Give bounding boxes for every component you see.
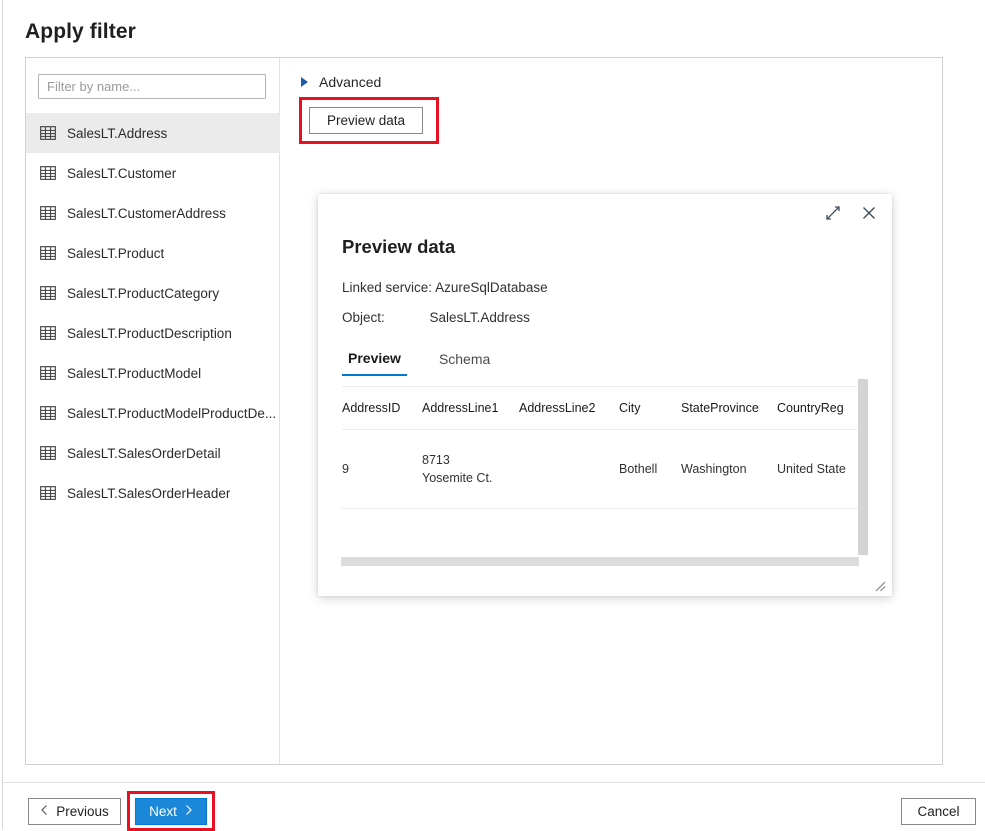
content-panel: SalesLT.Address SalesLT.Customer SalesLT.C…: [25, 57, 943, 765]
table-list-item[interactable]: SalesLT.Customer: [26, 153, 280, 193]
table-list-item-label: SalesLT.Customer: [67, 166, 176, 181]
table-icon: [40, 405, 56, 421]
table-list-item[interactable]: SalesLT.ProductCategory: [26, 273, 280, 313]
table-icon: [40, 365, 67, 381]
table-list-item-label: SalesLT.ProductModelProductDe...: [67, 406, 276, 421]
table-list-item[interactable]: SalesLT.Product: [26, 233, 280, 273]
advanced-section-toggle[interactable]: Advanced: [301, 74, 381, 90]
filter-by-name-input[interactable]: [38, 74, 266, 99]
table-icon: [40, 245, 67, 261]
dialog-frame: Apply filter SalesLT.Address SalesLT.Cust…: [2, 0, 985, 829]
linked-service-label: Linked service:: [342, 280, 432, 295]
grid-column-header: City: [619, 399, 681, 417]
table-list-item-label: SalesLT.SalesOrderHeader: [67, 486, 230, 501]
grid-column-header: AddressLine2: [519, 399, 619, 417]
table-list-item-label: SalesLT.Product: [67, 246, 164, 261]
table-list-item-label: SalesLT.SalesOrderDetail: [67, 446, 221, 461]
grid-data-row: 98713 Yosemite Ct. BothellWashingtonUnite…: [342, 430, 867, 509]
table-icon: [40, 165, 67, 181]
table-icon: [40, 485, 67, 501]
grid-body: 98713 Yosemite Ct. BothellWashingtonUnite…: [342, 430, 867, 509]
object-label: Object:: [342, 310, 385, 325]
table-icon: [40, 285, 56, 301]
table-icon: [40, 205, 56, 221]
next-button-label: Next: [149, 804, 177, 819]
grid-header-row: AddressIDAddressLine1AddressLine2CitySta…: [342, 387, 867, 430]
table-icon: [40, 125, 67, 141]
table-icon: [40, 205, 67, 221]
previous-button-label: Previous: [56, 804, 109, 819]
preview-panel-title: Preview data: [342, 236, 455, 258]
grid-cell: Washington: [681, 460, 777, 478]
filter-detail-column: Advanced Preview data: [281, 58, 942, 764]
grid-horizontal-scrollbar[interactable]: [341, 557, 859, 566]
cancel-button[interactable]: Cancel: [901, 798, 976, 825]
grid-column-header: StateProvince: [681, 399, 777, 417]
table-list-item-label: SalesLT.ProductModel: [67, 366, 201, 381]
close-icon[interactable]: [860, 204, 878, 222]
table-list-item[interactable]: SalesLT.SalesOrderDetail: [26, 433, 280, 473]
table-icon: [40, 325, 67, 341]
table-list-item-label: SalesLT.ProductDescription: [67, 326, 232, 341]
table-icon: [40, 245, 56, 261]
object-value: SalesLT.Address: [430, 310, 530, 325]
tab-preview[interactable]: Preview: [342, 349, 407, 376]
table-list-column: SalesLT.Address SalesLT.Customer SalesLT.C…: [26, 58, 280, 764]
table-icon: [40, 285, 67, 301]
grid-cell: 9: [342, 460, 422, 478]
table-list-item[interactable]: SalesLT.CustomerAddress: [26, 193, 280, 233]
advanced-label: Advanced: [319, 74, 381, 90]
table-list-item-label: SalesLT.CustomerAddress: [67, 206, 226, 221]
grid-cell: 8713 Yosemite Ct.: [422, 451, 519, 487]
linked-service-value: AzureSqlDatabase: [435, 280, 548, 295]
table-icon: [40, 165, 56, 181]
resize-grip-icon[interactable]: [874, 579, 886, 591]
object-row: Object: SalesLT.Address: [342, 310, 530, 325]
table-icon: [40, 445, 56, 461]
expand-diagonal-icon[interactable]: [824, 204, 842, 222]
tab-schema[interactable]: Schema: [433, 349, 496, 376]
preview-data-grid: AddressIDAddressLine1AddressLine2CitySta…: [342, 386, 867, 561]
table-icon: [40, 485, 56, 501]
table-icon: [40, 125, 56, 141]
table-list-item[interactable]: SalesLT.ProductDescription: [26, 313, 280, 353]
grid-cell: United State: [777, 460, 867, 478]
table-list-item-label: SalesLT.ProductCategory: [67, 286, 219, 301]
chevron-right-icon: [301, 77, 308, 87]
table-icon: [40, 325, 56, 341]
grid-column-header: CountryReg: [777, 399, 867, 417]
table-list-item[interactable]: SalesLT.Address: [26, 113, 280, 153]
table-icon: [40, 445, 67, 461]
linked-service-row: Linked service: AzureSqlDatabase: [342, 280, 548, 295]
table-icon: [40, 365, 56, 381]
next-button[interactable]: Next: [135, 798, 207, 825]
page-title: Apply filter: [25, 20, 136, 44]
grid-cell: Bothell: [619, 460, 681, 478]
table-list: SalesLT.Address SalesLT.Customer SalesLT.C…: [26, 113, 280, 513]
chevron-right-icon: [184, 804, 193, 819]
preview-data-button[interactable]: Preview data: [309, 107, 423, 134]
panel-action-bar: [824, 204, 878, 222]
grid-vertical-scrollbar[interactable]: [858, 379, 868, 555]
chevron-left-icon: [40, 804, 49, 819]
grid-column-header: AddressID: [342, 399, 422, 417]
table-list-item-label: SalesLT.Address: [67, 126, 167, 141]
table-list-item[interactable]: SalesLT.ProductModelProductDe...: [26, 393, 280, 433]
footer-divider: [3, 782, 985, 783]
table-list-item[interactable]: SalesLT.SalesOrderHeader: [26, 473, 280, 513]
previous-button[interactable]: Previous: [28, 798, 121, 825]
preview-data-panel: Preview data Linked service: AzureSqlDat…: [318, 194, 892, 596]
table-list-item[interactable]: SalesLT.ProductModel: [26, 353, 280, 393]
preview-panel-tabs: Preview Schema: [342, 349, 496, 376]
table-icon: [40, 405, 67, 421]
grid-column-header: AddressLine1: [422, 399, 519, 417]
